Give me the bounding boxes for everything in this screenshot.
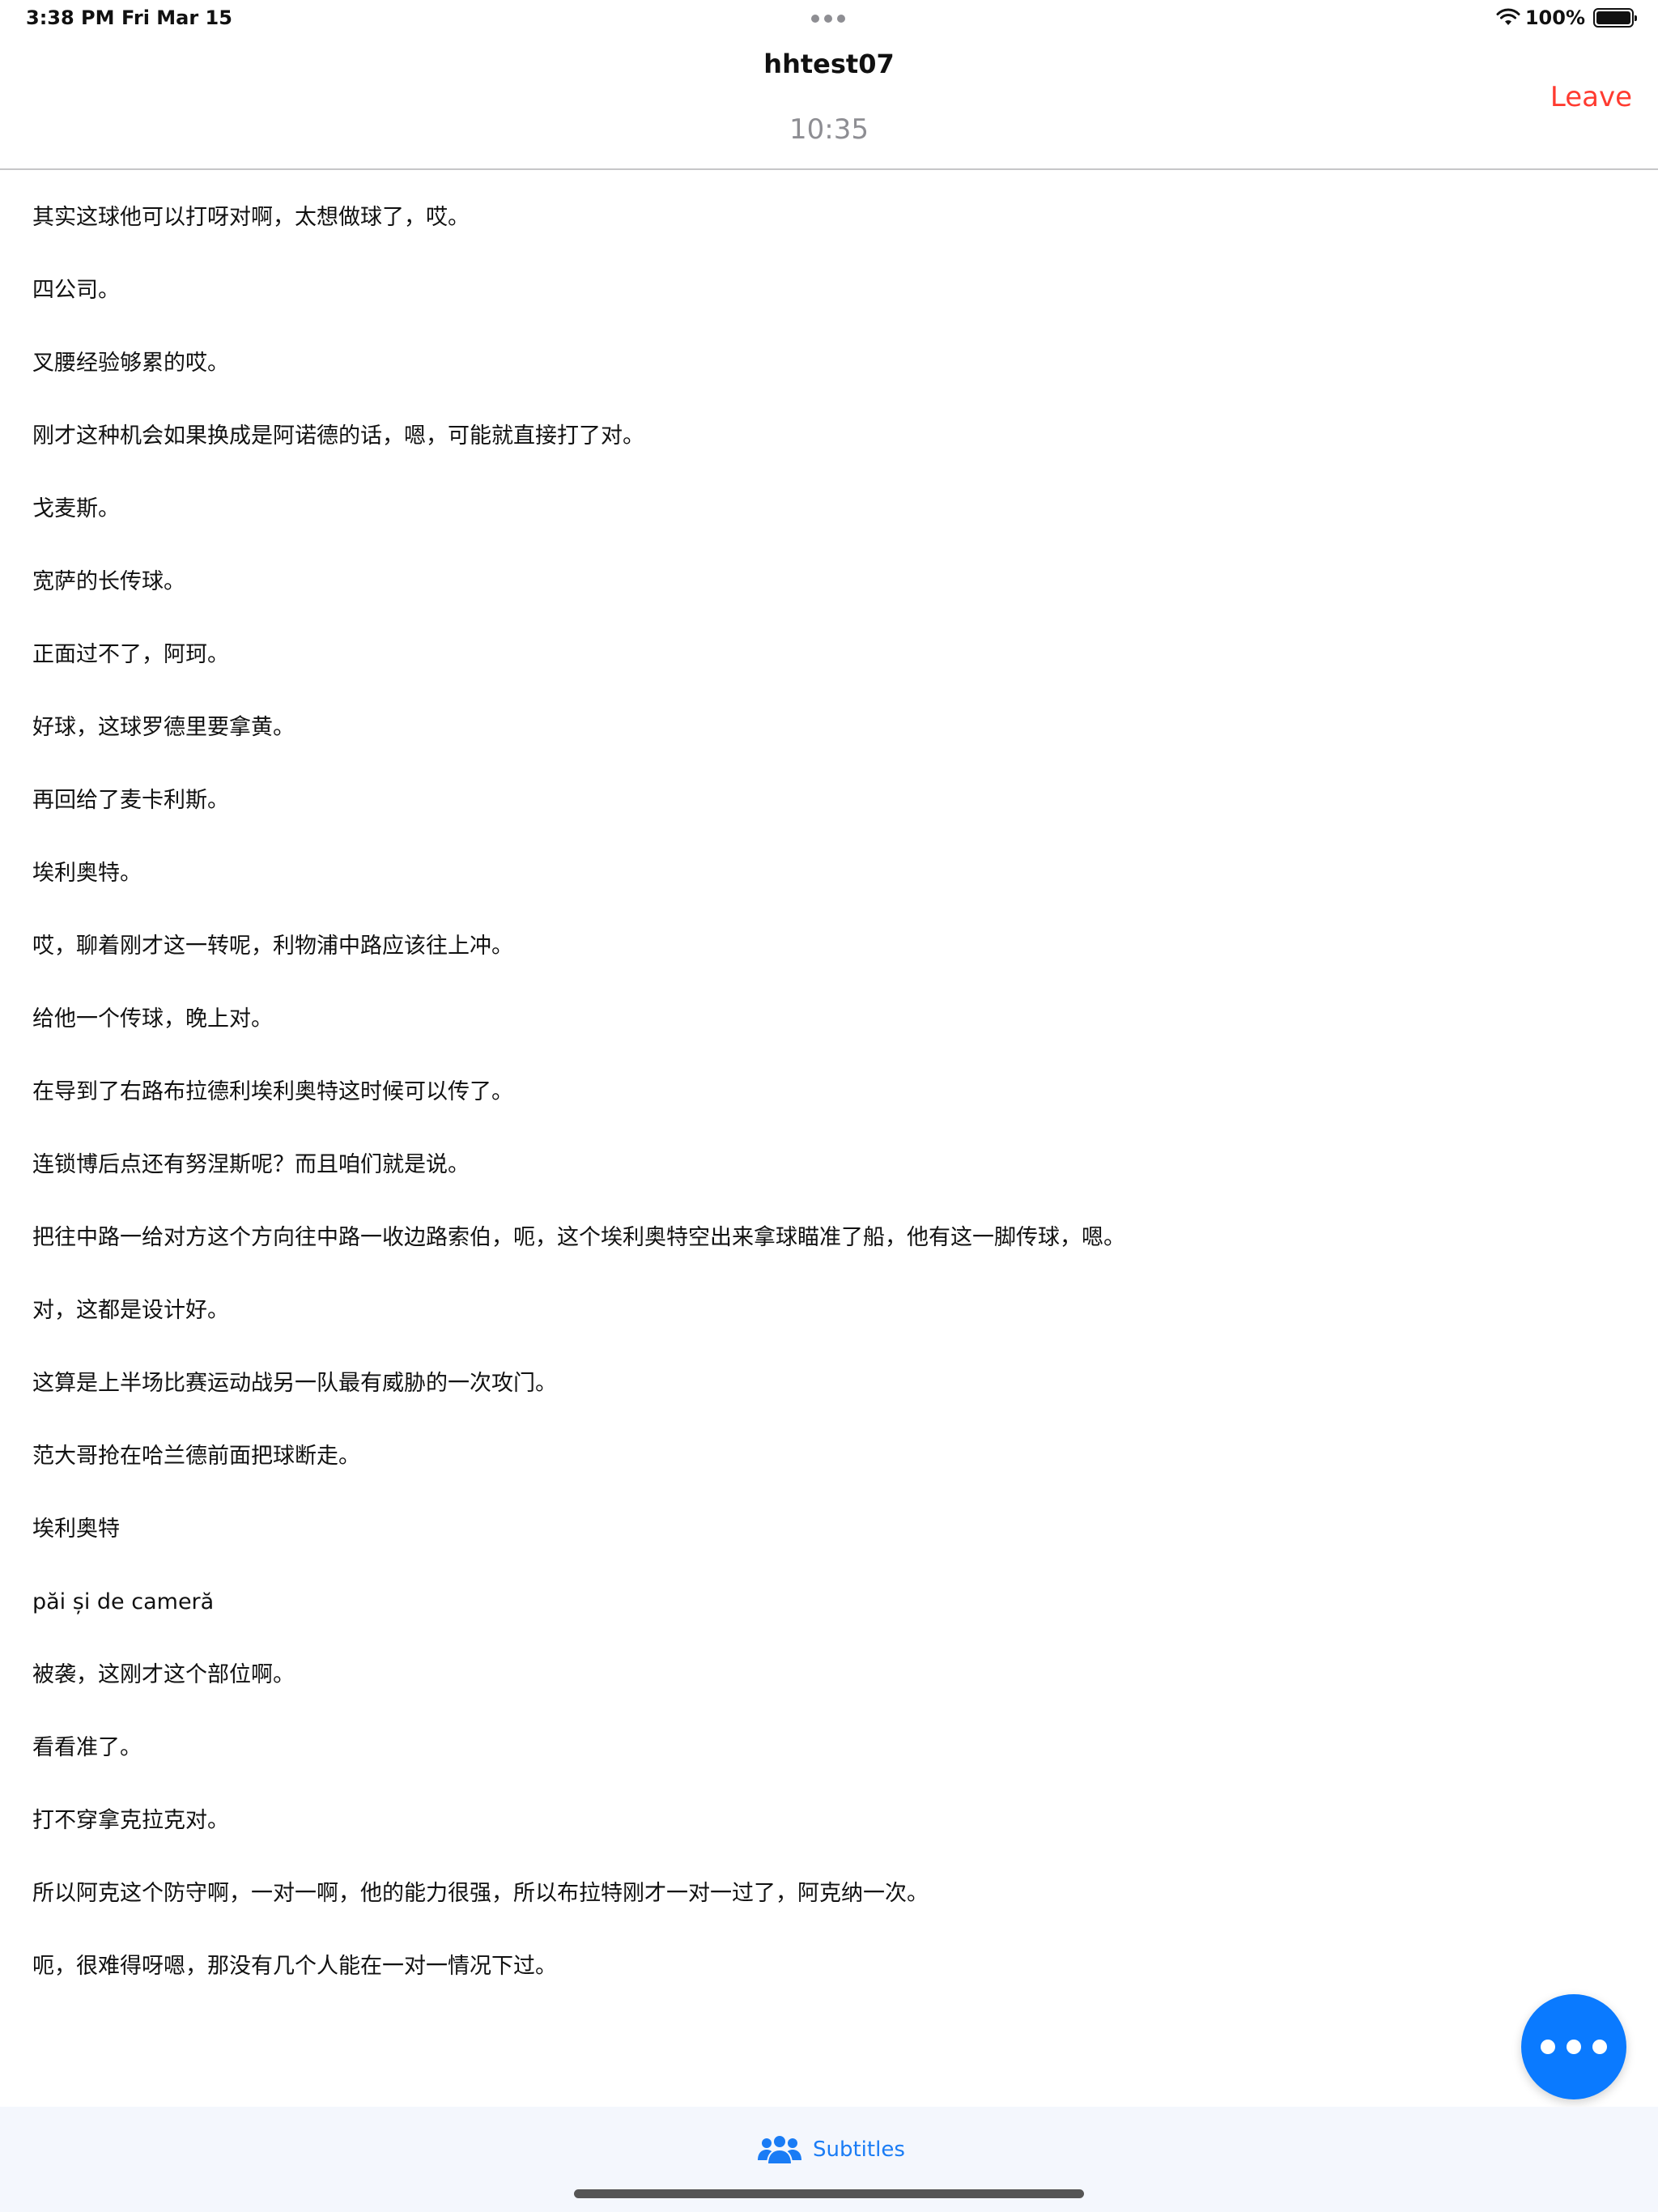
subtitle-line: 在导到了右路布拉德利埃利奥特这时候可以传了。 bbox=[32, 1079, 513, 1104]
subtitle-line: 再回给了麦卡利斯。 bbox=[32, 788, 229, 813]
status-indicators: 100% bbox=[1496, 6, 1637, 29]
subtitle-line: 埃利奥特 bbox=[32, 1516, 120, 1542]
status-date: Fri Mar 15 bbox=[121, 6, 232, 29]
home-indicator[interactable] bbox=[574, 2189, 1084, 2198]
leave-button[interactable]: Leave bbox=[1550, 81, 1632, 113]
subtitle-list: 其实这球他可以打呀对啊，太想做球了，哎。 四公司。 叉腰经验够累的哎。 刚才这种… bbox=[32, 170, 1619, 1992]
subtitle-line: 呃，很难得呀嗯，那没有几个人能在一对一情况下过。 bbox=[32, 1954, 557, 1979]
subtitle-line: 把往中路一给对方这个方向往中路一收边路索伯，呃，这个埃利奥特空出来拿球瞄准了船，… bbox=[32, 1225, 1125, 1250]
subtitle-line: 这算是上半场比赛运动战另一队最有威胁的一次攻门。 bbox=[32, 1371, 557, 1396]
subtitle-line: 连锁博后点还有努涅斯呢？而且咱们就是说。 bbox=[32, 1152, 470, 1177]
more-dots-icon bbox=[1541, 2040, 1555, 2054]
subtitle-line: 哎，聊着刚才这一转呢，利物浦中路应该往上冲。 bbox=[32, 934, 513, 959]
subtitle-line: 好球，这球罗德里要拿黄。 bbox=[32, 715, 295, 740]
more-options-button[interactable] bbox=[1521, 1994, 1626, 2099]
tab-bar: Subtitles bbox=[0, 2107, 1658, 2212]
subtitle-line: 戈麦斯。 bbox=[32, 496, 120, 521]
subtitle-line: 埃利奥特。 bbox=[32, 861, 142, 886]
subtitle-line: 刚才这种机会如果换成是阿诺德的话，嗯，可能就直接打了对。 bbox=[32, 423, 644, 449]
tab-subtitles-label: Subtitles bbox=[813, 2138, 905, 2162]
subtitle-line: păi și de cameră bbox=[32, 1589, 215, 1614]
room-title: hhtest07 bbox=[763, 49, 895, 79]
subtitle-line: 所以阿克这个防守啊，一对一啊，他的能力很强，所以布拉特刚才一对一过了，阿克纳一次… bbox=[32, 1881, 929, 1906]
subtitle-line: 四公司。 bbox=[32, 278, 120, 303]
subtitle-line: 范大哥抢在哈兰德前面把球断走。 bbox=[32, 1444, 360, 1469]
status-bar: 3:38 PM Fri Mar 15 100% bbox=[0, 0, 1658, 39]
battery-percent: 100% bbox=[1524, 6, 1585, 29]
people-icon bbox=[758, 2134, 801, 2165]
subtitle-line: 叉腰经验够累的哎。 bbox=[32, 351, 229, 376]
subtitle-line: 打不穿拿克拉克对。 bbox=[32, 1808, 229, 1833]
subtitle-line: 看看准了。 bbox=[32, 1735, 142, 1760]
status-time: 3:38 PM bbox=[26, 6, 115, 29]
tab-subtitles[interactable]: Subtitles bbox=[758, 2134, 905, 2165]
wifi-icon bbox=[1496, 8, 1520, 25]
room-header: hhtest07 10:35 Leave bbox=[0, 39, 1658, 170]
battery-icon bbox=[1593, 8, 1637, 28]
subtitle-line: 正面过不了，阿珂。 bbox=[32, 642, 229, 667]
subtitle-line: 被袭，这刚才这个部位啊。 bbox=[32, 1662, 295, 1687]
subtitle-line: 给他一个传球，晚上对。 bbox=[32, 1006, 273, 1032]
elapsed-timer: 10:35 bbox=[789, 113, 869, 146]
subtitle-line: 其实这球他可以打呀对啊，太想做球了，哎。 bbox=[32, 205, 470, 230]
subtitle-line: 对，这都是设计好。 bbox=[32, 1298, 229, 1323]
multitasking-dots-icon[interactable] bbox=[811, 15, 845, 23]
subtitle-line: 宽萨的长传球。 bbox=[32, 569, 185, 594]
